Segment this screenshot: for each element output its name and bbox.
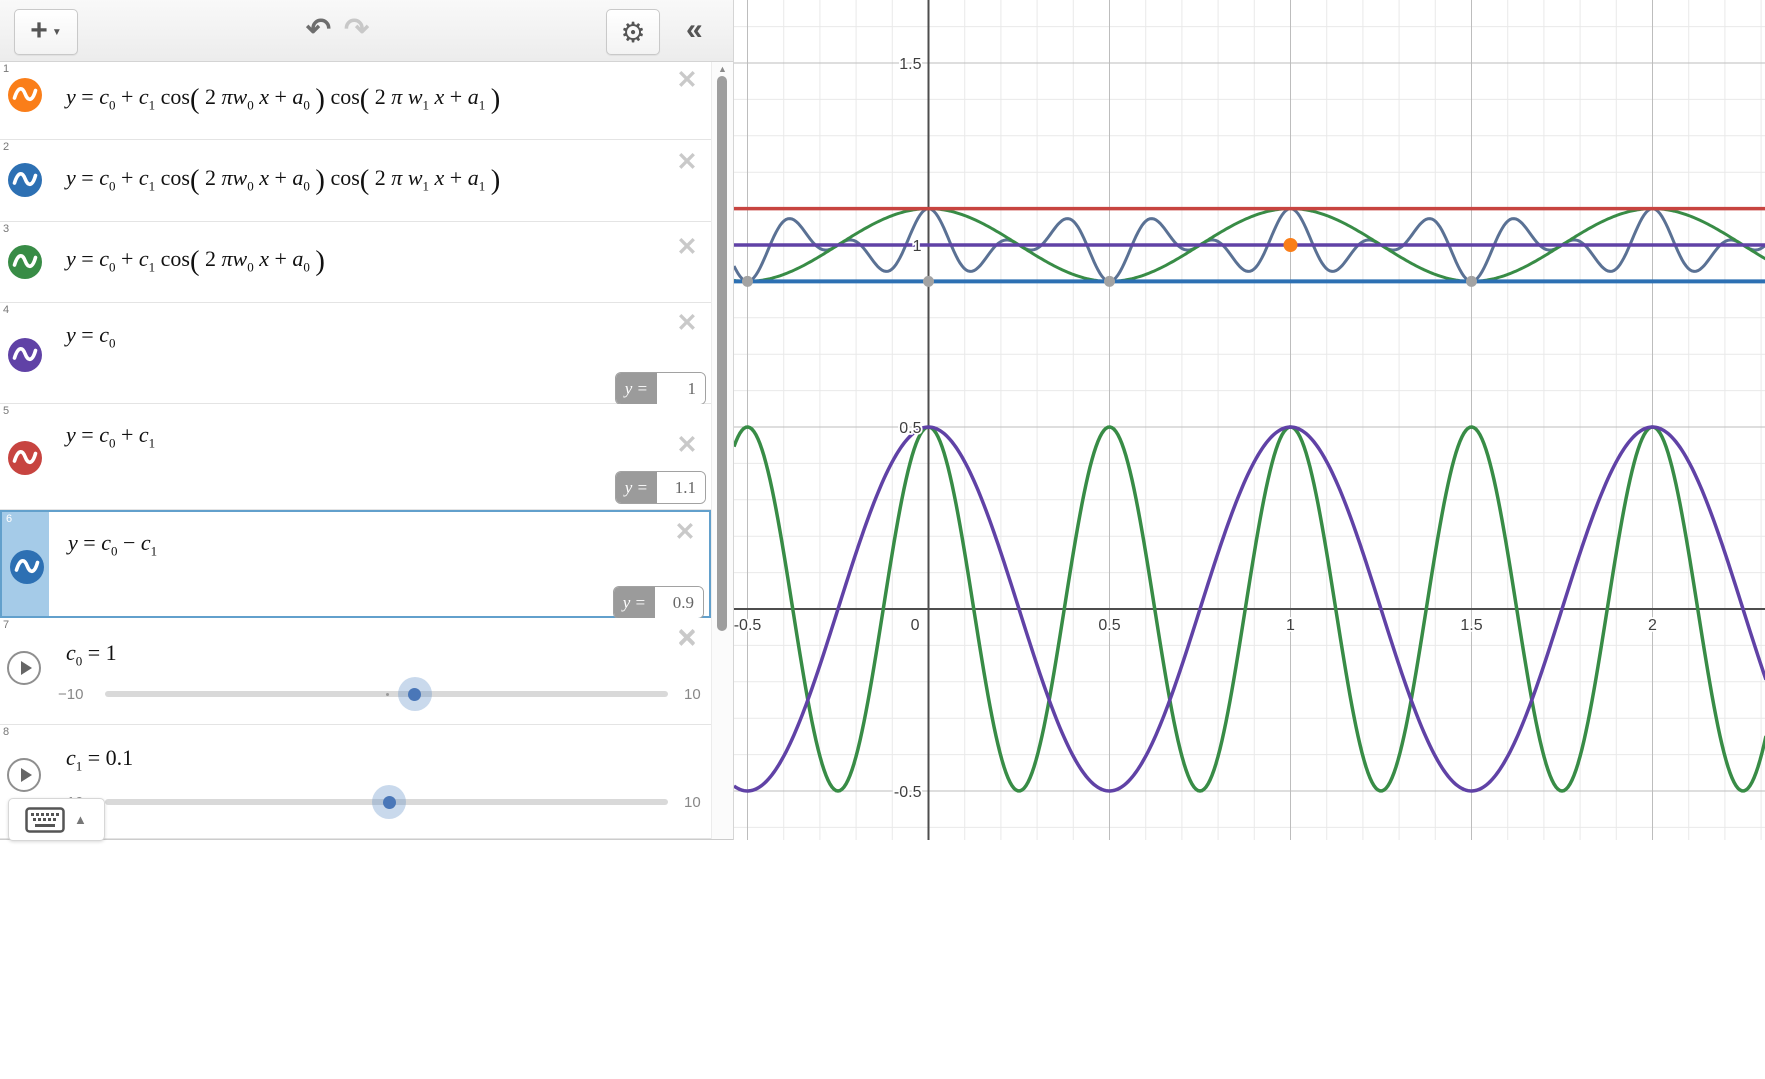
svg-text:0.5: 0.5 [1098,617,1120,634]
svg-text:1: 1 [913,238,922,255]
expression-row[interactable]: 2 y = c0 + c1 cos( 2 πw0 x + a0 ) cos( 2 … [0,140,711,222]
expression-visibility-icon[interactable] [7,244,43,285]
row-number: 1 [3,63,9,75]
svg-text:1.5: 1.5 [899,56,921,73]
play-icon [21,768,32,782]
slider-thumb[interactable] [398,677,432,711]
row-number: 6 [6,513,12,525]
badge-value: 1.1 [657,472,705,503]
expression-latex[interactable]: y = c0 − c1 [68,530,157,559]
keyboard-expand-icon: ▲ [74,812,87,827]
svg-text:1.5: 1.5 [1460,617,1482,634]
scroll-up-icon[interactable]: ▲ [718,64,727,74]
show-keyboard-button[interactable]: ▲ [8,798,105,841]
row-number: 3 [3,223,9,235]
badge-value: 0.9 [655,587,703,618]
gear-icon: ⚙ [620,16,645,49]
expression-latex[interactable]: y = c0 + c1 cos( 2 πw0 x + a0 ) cos( 2 π… [66,84,500,116]
row-number: 8 [3,726,9,738]
value-badge: y = 1 [615,372,706,405]
expression-row[interactable]: 7 c0 = 1 ✕ −10 10 [0,618,711,725]
desmos-app: + ▼ ↶ ↷ ⚙ « 1 y = c0 + c1 cos( 2 πw0 x + … [0,0,1765,1079]
badge-value: 1 [657,373,705,404]
chevron-down-icon: ▼ [52,27,62,38]
expression-visibility-icon[interactable] [7,440,43,481]
expression-latex[interactable]: c1 = 0.1 [66,745,133,774]
graph-canvas: -0.5 0 0.5 1 1.5 2 -0.5 0.5 1 1.5 [734,0,1765,840]
badge-label: y = [616,373,657,404]
slider-play-button[interactable] [7,651,41,685]
scrollbar[interactable]: ▲ [711,62,734,839]
expression-row[interactable]: 8c1 = 0.1✕−10 10 [0,725,711,839]
svg-text:-0.5: -0.5 [894,784,922,801]
expression-row[interactable]: 1 y = c0 + c1 cos( 2 πw0 x + a0 ) cos( 2 … [0,62,711,140]
slider-max-label: 10 [684,794,701,811]
expression-row[interactable]: 3 y = c0 + c1 cos( 2 πw0 x + a0 ) ✕ [0,222,711,303]
expression-visibility-icon[interactable] [9,549,45,590]
svg-text:0: 0 [911,617,920,634]
close-icon[interactable]: ✕ [674,433,700,458]
expression-panel: + ▼ ↶ ↷ ⚙ « 1 y = c0 + c1 cos( 2 πw0 x + … [0,0,733,840]
expression-latex[interactable]: y = c0 [66,322,115,351]
expression-visibility-icon[interactable] [7,77,43,118]
row-number: 5 [3,405,9,417]
row-number: 7 [3,619,9,631]
close-icon[interactable]: ✕ [674,68,700,93]
expression-latex[interactable]: c0 = 1 [66,640,117,669]
expression-latex[interactable]: y = c0 + c1 cos( 2 πw0 x + a0 ) [66,246,325,278]
value-badge: y = 1.1 [615,471,706,504]
close-icon[interactable]: ✕ [674,626,700,651]
close-icon[interactable]: ✕ [674,235,700,260]
graph-paper[interactable]: -0.5 0 0.5 1 1.5 2 -0.5 0.5 1 1.5 [733,0,1765,840]
plus-icon: + [30,16,48,46]
undo-icon[interactable]: ↶ [306,12,331,47]
redo-icon[interactable]: ↷ [344,12,369,47]
toolbar: + ▼ ↶ ↷ ⚙ « [0,0,733,62]
slider-zero-tick [386,693,389,696]
expression-latex[interactable]: y = c0 + c1 cos( 2 πw0 x + a0 ) cos( 2 π… [66,165,500,197]
row-number: 4 [3,304,9,316]
slider-max-label: 10 [684,686,701,703]
scrollbar-thumb[interactable] [717,76,727,631]
slider-thumb[interactable] [372,785,406,819]
badge-label: y = [616,472,657,503]
badge-label: y = [614,587,655,618]
slider-min-label: −10 [58,686,83,703]
expression-row[interactable]: 6 y = c0 − c1 ✕ y = 0.9 [0,510,711,618]
collapse-panel-button[interactable]: « [686,13,703,47]
svg-text:0.5: 0.5 [899,420,921,437]
settings-button[interactable]: ⚙ [606,9,660,55]
close-icon[interactable]: ✕ [674,150,700,175]
svg-text:-0.5: -0.5 [734,617,761,634]
close-icon[interactable]: ✕ [674,311,700,336]
svg-text:1: 1 [1286,617,1295,634]
play-icon [21,661,32,675]
expression-latex[interactable]: y = c0 + c1 [66,422,155,451]
expression-visibility-icon[interactable] [7,337,43,378]
add-expression-button[interactable]: + ▼ [14,9,78,55]
keyboard-icon [25,807,65,833]
svg-text:2: 2 [1648,617,1657,634]
slider-play-button[interactable] [7,758,41,792]
expression-visibility-icon[interactable] [7,162,43,203]
close-icon[interactable]: ✕ [672,520,698,545]
expression-row[interactable]: 4 y = c0 ✕ y = 1 [0,303,711,404]
row-number: 2 [3,141,9,153]
value-badge: y = 0.9 [613,586,704,619]
expression-row[interactable]: 5 y = c0 + c1 ✕ y = 1.1 [0,404,711,510]
